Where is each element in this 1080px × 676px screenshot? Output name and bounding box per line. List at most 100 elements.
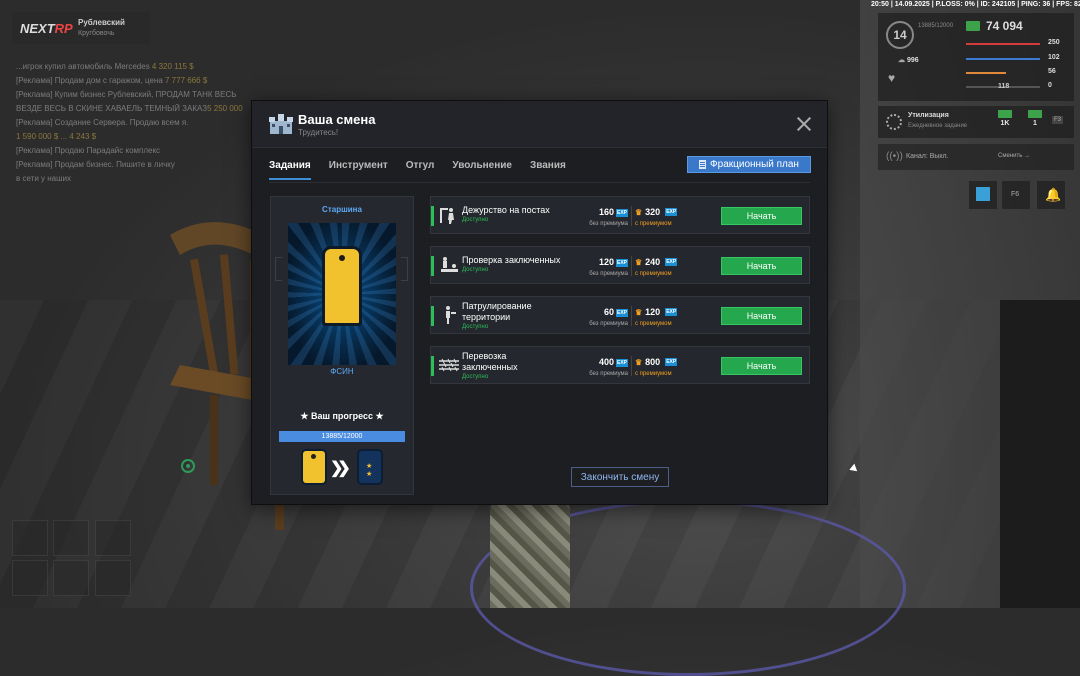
basic-label: без премиума (589, 271, 628, 277)
quick-slot[interactable] (95, 520, 131, 556)
task-row: Проверка заключенных Доступно 120 EXP без… (430, 246, 810, 284)
money-display: 74 094 (966, 19, 1023, 33)
quick-slot[interactable] (95, 560, 131, 596)
exp-premium: ♛ 240 EXP (635, 257, 678, 267)
task-row: Перевозка заключенных Доступно 400 EXP бе… (430, 346, 810, 384)
start-task-button[interactable]: Начать (721, 207, 802, 225)
start-task-button[interactable]: Начать (721, 357, 802, 375)
basic-label: без премиума (589, 371, 628, 377)
channel-switch[interactable]: Сменить → (998, 153, 1030, 159)
quest-title: Утилизация (908, 112, 949, 119)
chat-line: [Реклама] Продаю Парадайс комплекс (16, 146, 161, 155)
inventory-button[interactable]: F6 (1002, 181, 1030, 209)
epaulet-icon (325, 249, 359, 323)
quick-slot[interactable] (12, 560, 48, 596)
tab-resignation[interactable]: Увольнение (452, 160, 512, 180)
quest-subtitle: Ежедневное задание (908, 123, 968, 129)
exp-divider (631, 256, 632, 276)
quick-slot[interactable] (53, 520, 89, 556)
crown-icon: ♛ (635, 257, 643, 267)
level-exp: 13885/12000 (918, 23, 954, 29)
crown-icon: ♛ (635, 307, 643, 317)
prisoner-check-icon (439, 255, 459, 275)
premium-label: с премиумом (635, 371, 672, 377)
notifications-button[interactable]: 🔔 (1037, 181, 1065, 209)
progress-text: 13885/12000 (321, 433, 363, 440)
server-subtitle: Кругбовочь (78, 30, 115, 37)
progress-label: ★ Ваш прогресс ★ (300, 411, 384, 421)
chat-line: в сети у наших (16, 174, 71, 183)
exp-basic: 400 EXP (598, 357, 628, 367)
donate-icon: ☁ (898, 57, 907, 64)
heart-icon: ♥ (888, 71, 896, 85)
task-name: Перевозка заключенных (462, 351, 518, 372)
chat-line: ВЕЗДЕ ВЕСЬ В СКИНЕ ХАВАЕЛЬ ТЕМНЫЙ ЗАКАЗ5… (16, 104, 243, 113)
phone-button[interactable] (969, 181, 997, 209)
crown-icon: ♛ (635, 207, 643, 217)
task-status: Доступно (462, 267, 489, 273)
quest-reward-money: 1K (996, 110, 1014, 127)
premium-label: с премиумом (635, 321, 672, 327)
exp-divider (631, 356, 632, 376)
task-name: Проверка заключенных (462, 255, 561, 265)
quest-hotkey: F3 (1052, 116, 1064, 124)
start-task-button[interactable]: Начать (721, 257, 802, 275)
chat-line: [Реклама] Создание Сервера. Продаю всем … (16, 118, 189, 127)
server-logo: NEXTRP Рублевский Кругбовочь (12, 12, 150, 44)
bell-icon: 🔔 (1045, 187, 1062, 202)
exp-divider (631, 306, 632, 326)
task-row: Патрулирование территории Доступно 60 EXP… (430, 296, 810, 334)
task-status: Доступно (462, 324, 489, 330)
recycle-icon (886, 114, 902, 130)
tab-tasks[interactable]: Задания (269, 160, 311, 180)
prison-building-icon (269, 114, 293, 134)
exp-premium: ♛ 120 EXP (635, 307, 678, 317)
chat-line: 1 590 000 $ ... 4 243 $ (16, 132, 97, 141)
cash-icon (998, 110, 1012, 118)
tab-tools[interactable]: Инструмент (329, 160, 388, 180)
faction-plan-label: Фракционный план (710, 159, 799, 170)
task-row: Дежурство на постах Доступно 160 EXP без … (430, 196, 810, 234)
faction-name: ФСИН (330, 367, 354, 376)
brand-logo: NEXTRP (20, 20, 73, 36)
document-icon (699, 160, 707, 169)
close-icon[interactable] (795, 115, 813, 133)
tabs-divider (269, 182, 810, 183)
player-character (490, 500, 570, 608)
voice-channel[interactable]: ((•)) Канал: Выкл. Сменить → (878, 144, 1074, 170)
quick-slot[interactable] (12, 520, 48, 556)
task-accent (431, 206, 434, 226)
star-icon: ★ (366, 463, 373, 470)
rank-name: Старшина (322, 205, 362, 214)
next-rank-epaulet-icon: ★ ★ (359, 451, 381, 483)
task-status: Доступно (462, 217, 489, 223)
faction-plan-button[interactable]: Фракционный план (687, 156, 811, 173)
next-rank-preview: ❯❯ ★ ★ (299, 451, 385, 485)
current-rank-epaulet-icon (303, 451, 325, 483)
tab-ranks[interactable]: Звания (530, 160, 566, 180)
chat-line: [Реклама] Продам бизнес. Пишите в личку (16, 160, 175, 169)
chat-line: [Реклама] Продам дом с гаражом, цена 7 7… (16, 76, 208, 85)
barbed-wire-icon (439, 355, 459, 375)
task-name: Патрулирование территории (462, 301, 532, 322)
end-shift-button[interactable]: Закончить смену (571, 467, 669, 487)
task-name: Дежурство на постах (462, 205, 550, 215)
exp-basic: 160 EXP (598, 207, 628, 217)
donate-display: ☁ 996 (898, 57, 919, 64)
frame-ornament (401, 257, 408, 281)
basic-label: без премиума (589, 321, 628, 327)
tab-day-off[interactable]: Отгул (406, 160, 435, 180)
exp-basic: 120 EXP (598, 257, 628, 267)
rank-image (288, 223, 396, 365)
dialog-header: Ваша смена Трудитесь! (252, 101, 827, 148)
exp-basic: 60 EXP (603, 307, 628, 317)
quick-slot[interactable] (53, 560, 89, 596)
basic-label: без премиума (589, 221, 628, 227)
patrol-icon (439, 305, 459, 325)
task-status: Доступно (462, 374, 489, 380)
utilization-quest[interactable]: Утилизация Ежедневное задание 1K 1 F3 (878, 106, 1074, 138)
shift-dialog: Ваша смена Трудитесь! Задания Инструмент… (252, 101, 827, 504)
start-task-button[interactable]: Начать (721, 307, 802, 325)
money-value: 74 094 (986, 19, 1023, 33)
rank-card: Старшина ФСИН ★ Ваш прогресс ★ 13885/120… (270, 196, 414, 495)
